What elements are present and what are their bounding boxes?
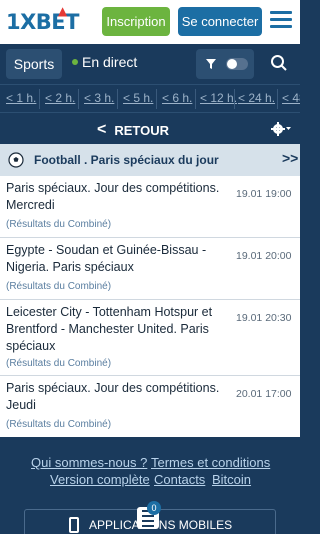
match-row[interactable]: Paris spéciaux. Jour des compétitions. J… [0,376,300,437]
footer-link-about[interactable]: Qui sommes-nous ? [31,455,147,470]
filter-icon[interactable] [204,57,218,71]
back-label: RETOUR [114,122,169,138]
match-time: 20.01 17:00 [236,388,292,400]
register-button[interactable]: Inscription [102,7,170,36]
tab-live[interactable]: En direct [72,54,137,70]
tab-sports[interactable]: Sports [6,49,62,79]
mobile-apps-label: APPLICATIONS MOBILES [89,518,233,532]
section-header[interactable]: Football . Paris spéciaux du jour >> [0,144,300,176]
search-icon[interactable] [270,54,288,72]
time-filter-6h[interactable]: < 6 h. [162,91,192,105]
live-dot-icon [72,59,78,65]
match-name: Paris spéciaux. Jour des compétitions. M… [6,181,220,212]
top-header: 1XBET ▲ Inscription Se connecter [0,0,300,44]
time-filter-bar: < 1 h. < 2 h. < 3 h. < 5 h. < 6 h. < 12 … [0,84,300,112]
combo-results-link[interactable]: (Résultats du Combiné) [6,219,111,230]
match-time: 19.01 20:00 [236,250,292,262]
match-time: 19.01 19:00 [236,188,292,200]
time-filter-24h[interactable]: < 24 h. [238,91,275,105]
nav-tools [196,49,254,79]
time-filter-48h[interactable]: < 48 [282,91,300,105]
match-time: 19.01 20:30 [236,312,292,324]
match-name: Leicester City - Tottenham Hotspur et Br… [6,305,213,353]
match-name: Egypte - Soudan et Guinée-Bissau - Niger… [6,243,207,274]
footer-link-contacts[interactable]: Contacts [154,472,205,487]
time-filter-3h[interactable]: < 3 h. [84,91,114,105]
match-name: Paris spéciaux. Jour des compétitions. J… [6,381,220,412]
match-row[interactable]: Egypte - Soudan et Guinée-Bissau - Niger… [0,238,300,300]
brand-logo[interactable]: 1XBET ▲ [6,4,79,34]
main-nav: Sports En direct [0,44,300,84]
section-title: Football . Paris spéciaux du jour [34,153,219,167]
chevron-left-icon: < [97,121,107,138]
time-filter-2h[interactable]: < 2 h. [45,91,75,105]
tab-live-label: En direct [82,54,138,70]
combo-results-link[interactable]: (Résultats du Combiné) [6,419,111,430]
time-filter-5h[interactable]: < 5 h. [123,91,153,105]
bet-slip-count-badge: 0 [147,501,161,515]
login-button[interactable]: Se connecter [178,7,262,36]
combo-results-link[interactable]: (Résultats du Combiné) [6,281,111,292]
phone-icon [69,517,79,533]
chevrons-right-icon[interactable]: >> [282,150,298,166]
settings-gear-icon[interactable] [270,121,292,137]
match-list: Paris spéciaux. Jour des compétitions. M… [0,176,300,437]
footer-link-bitcoin[interactable]: Bitcoin [212,472,251,487]
footer-link-terms[interactable]: Termes et conditions [151,455,270,470]
hamburger-menu-icon[interactable] [270,11,292,31]
mode-toggle[interactable] [226,58,248,70]
time-filter-1h[interactable]: < 1 h. [6,91,36,105]
logo-accent-icon: ▲ [58,4,67,18]
match-row[interactable]: Paris spéciaux. Jour des compétitions. M… [0,176,300,238]
footer-link-full-version[interactable]: Version complète [50,472,150,487]
footer: Qui sommes-nous ? Termes et conditions V… [0,437,300,534]
time-filter-12h[interactable]: < 12 h. [200,91,237,105]
back-link[interactable]: < RETOUR [97,121,169,139]
combo-results-link[interactable]: (Résultats du Combiné) [6,358,111,369]
football-icon [8,152,24,168]
match-row[interactable]: Leicester City - Tottenham Hotspur et Br… [0,300,300,376]
back-bar: < RETOUR [0,112,300,144]
